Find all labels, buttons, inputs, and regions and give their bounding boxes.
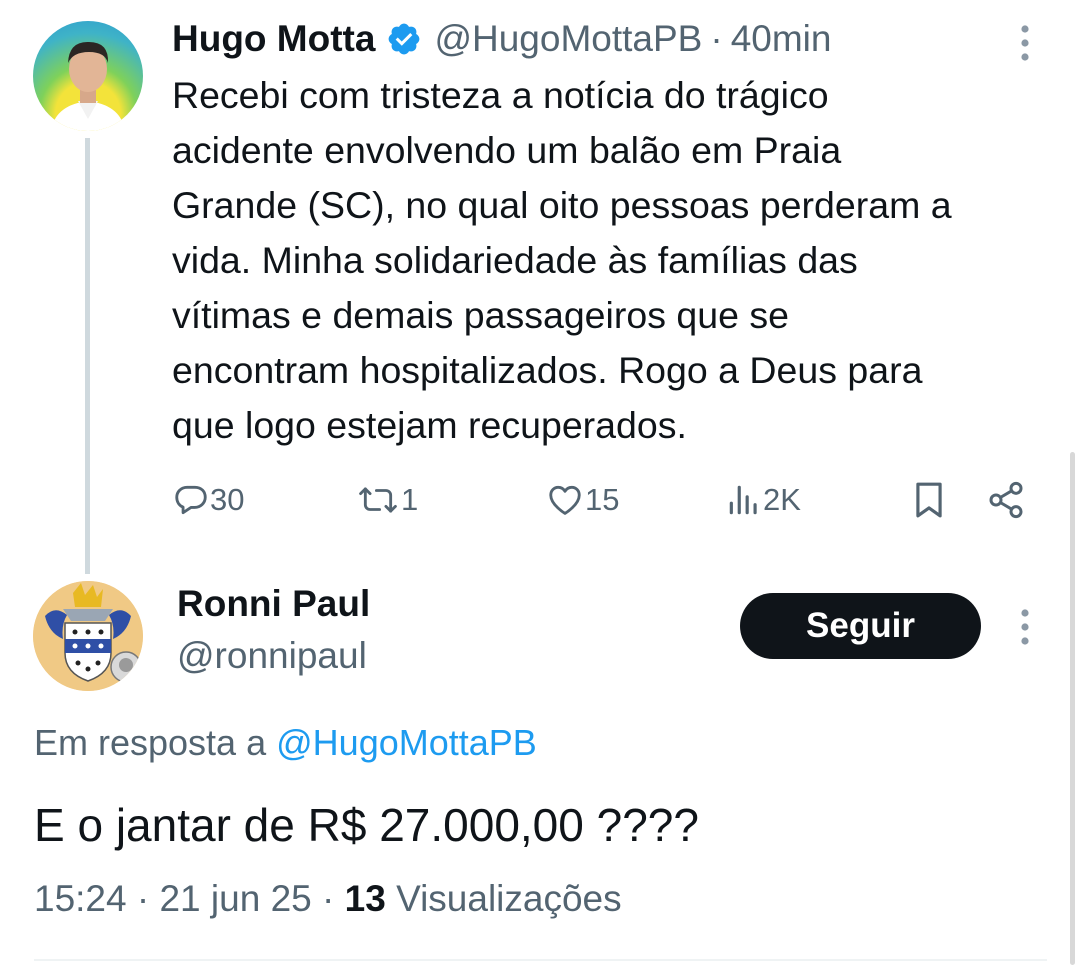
more-icon[interactable] bbox=[1010, 23, 1040, 63]
views-count: 2K bbox=[763, 482, 801, 517]
like-count: 15 bbox=[585, 482, 620, 517]
scrollbar[interactable] bbox=[1070, 452, 1075, 965]
bookmark-icon bbox=[916, 482, 942, 518]
reply-author-name[interactable]: Ronni Paul bbox=[177, 583, 370, 625]
reply-context: Em resposta a @HugoMottaPB bbox=[34, 722, 537, 764]
author-handle[interactable]: @HugoMottaPB bbox=[434, 18, 702, 60]
tweet-text-line: Recebi com tristeza a notícia do trágico bbox=[172, 74, 829, 116]
reply-views-count: 13 bbox=[344, 878, 386, 919]
reply-metadata: 15:24 · 21 jun 25 · 13 Visualizações bbox=[34, 878, 622, 920]
reply-button[interactable]: 30 bbox=[172, 476, 244, 524]
tweet-text-line: que logo estejam recuperados. bbox=[172, 404, 687, 446]
share-button[interactable] bbox=[986, 476, 1026, 524]
reply-count: 30 bbox=[210, 482, 245, 517]
tweet-text-line: vítimas e demais passageiros que se bbox=[172, 294, 789, 336]
divider bbox=[34, 959, 1047, 961]
retweet-count: 1 bbox=[401, 482, 419, 517]
reply-text: E o jantar de R$ 27.000,00 ???? bbox=[34, 799, 699, 851]
like-icon bbox=[549, 485, 581, 515]
retweet-icon bbox=[359, 487, 397, 513]
verified-badge-icon bbox=[389, 23, 420, 55]
author-avatar[interactable] bbox=[33, 21, 143, 131]
separator-dot: · bbox=[322, 878, 345, 919]
tweet-text: Recebi com tristeza a notícia do trágico… bbox=[172, 68, 1052, 453]
author-photo bbox=[51, 41, 125, 131]
tweet-text-line: encontram hospitalizados. Rogo a Deus pa… bbox=[172, 349, 923, 391]
separator-dot: · bbox=[710, 18, 723, 59]
share-icon bbox=[989, 481, 1023, 519]
author-name[interactable]: Hugo Motta bbox=[172, 18, 375, 60]
reply-icon bbox=[175, 485, 207, 515]
tweet-header: Hugo Motta @HugoMottaPB · 40min bbox=[172, 14, 831, 64]
reply-author-handle[interactable]: @ronnipaul bbox=[177, 635, 367, 677]
more-icon[interactable] bbox=[1010, 607, 1040, 647]
follow-button[interactable]: Seguir bbox=[740, 593, 981, 659]
like-button[interactable]: 15 bbox=[545, 476, 619, 524]
retweet-button[interactable]: 1 bbox=[355, 476, 418, 524]
reply-to-prefix: Em resposta a bbox=[34, 722, 267, 763]
tweet-text-line: Grande (SC), no qual oito pessoas perder… bbox=[172, 184, 952, 226]
thread-line bbox=[85, 138, 90, 574]
reply-views-label: Visualizações bbox=[396, 878, 622, 919]
bookmark-button[interactable] bbox=[910, 476, 948, 524]
coat-of-arms-image bbox=[33, 581, 143, 691]
views-icon bbox=[729, 485, 757, 515]
reply-date[interactable]: 21 jun 25 bbox=[159, 878, 311, 919]
tweet-text-line: vida. Minha solidariedade às famílias da… bbox=[172, 239, 858, 281]
tweet-text-line: acidente envolvendo um balão em Praia bbox=[172, 129, 842, 171]
reply-to-mention-link[interactable]: @HugoMottaPB bbox=[276, 722, 537, 763]
tweet-time[interactable]: 40min bbox=[731, 18, 832, 60]
reply-author-avatar[interactable] bbox=[33, 581, 143, 691]
reply-time[interactable]: 15:24 bbox=[34, 878, 127, 919]
separator-dot: · bbox=[136, 878, 160, 919]
views-button[interactable]: 2K bbox=[725, 476, 801, 524]
